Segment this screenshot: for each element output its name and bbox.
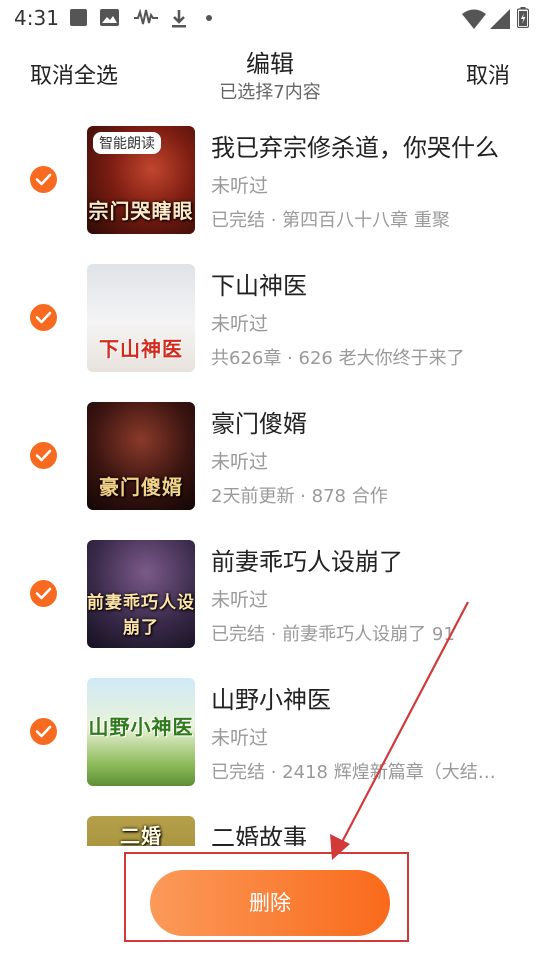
book-cover[interactable]: 下山神医 [87,264,195,372]
book-title: 下山神医 [211,272,307,300]
cancel-button[interactable]: 取消 [466,58,510,90]
list-item[interactable]: 前妻乖巧人设崩了 前妻乖巧人设崩了 未听过 已完结 · 前妻乖巧人设崩了 91 [0,524,540,662]
waveform-icon [134,9,158,25]
cover-title: 下山神医 [99,337,183,361]
cover-title: 山野小神医 [88,715,194,739]
listen-status: 未听过 [211,175,269,197]
book-cover[interactable]: 智能朗读 宗门哭瞎眼 [87,126,195,234]
book-title: 我已弃宗修杀道，你哭什么 [211,134,499,162]
checkmark-icon [35,173,52,186]
listen-status: 未听过 [211,451,269,473]
checkmark-icon [35,725,52,738]
checkmark-icon [35,449,52,462]
book-meta: 已完结 · 2418 辉煌新篇章（大结局） [211,762,503,783]
book-title: 山野小神医 [211,686,331,714]
list-item[interactable]: 豪门傻婿 豪门傻婿 未听过 2天前更新 · 878 合作 [0,386,540,524]
list-item[interactable]: 智能朗读 宗门哭瞎眼 我已弃宗修杀道，你哭什么 未听过 已完结 · 第四百八十八… [0,110,540,248]
list-item[interactable]: 二婚 二婚故事 [0,800,540,846]
book-cover[interactable]: 豪门傻婿 [87,402,195,510]
smart-read-badge: 智能朗读 [93,132,161,154]
selected-checkbox[interactable] [30,304,57,331]
selected-checkbox[interactable] [30,580,57,607]
delete-button[interactable]: 删除 [150,870,390,936]
wifi-icon [462,9,486,29]
download-icon [172,10,186,28]
battery-icon [517,7,529,28]
book-cover[interactable]: 二婚 [87,816,195,846]
book-title: 前妻乖巧人设崩了 [211,548,403,576]
square-icon [70,9,87,26]
listen-status: 未听过 [211,727,269,749]
listen-status: 未听过 [211,589,269,611]
signal-icon [490,9,510,29]
list-item[interactable]: 下山神医 下山神医 未听过 共626章 · 626 老大你终于来了 [0,248,540,386]
book-title: 豪门傻婿 [211,410,307,438]
status-time: 4:31 [14,6,59,30]
selected-checkbox[interactable] [30,442,57,469]
book-meta: 2天前更新 · 878 合作 [211,486,388,507]
cover-title: 二婚 [120,824,162,846]
list-item[interactable]: 山野小神医 山野小神医 未听过 已完结 · 2418 辉煌新篇章（大结局） [0,662,540,800]
selected-checkbox[interactable] [30,718,57,745]
status-bar: 4:31 [0,0,540,36]
book-meta: 已完结 · 第四百八十八章 重聚 [211,210,450,231]
book-list: 智能朗读 宗门哭瞎眼 我已弃宗修杀道，你哭什么 未听过 已完结 · 第四百八十八… [0,110,540,846]
edit-header: 取消全选 编辑 已选择7内容 取消 [0,36,540,108]
book-meta: 已完结 · 前妻乖巧人设崩了 91 [211,624,455,645]
dot-icon [206,15,212,21]
cover-title: 宗门哭瞎眼 [88,199,194,223]
book-title: 二婚故事 [211,824,307,846]
page-title: 编辑 [246,50,294,78]
selected-checkbox[interactable] [30,166,57,193]
book-meta: 共626章 · 626 老大你终于来了 [211,348,465,369]
image-icon [100,9,119,26]
cover-title: 豪门傻婿 [99,475,183,499]
book-cover[interactable]: 前妻乖巧人设崩了 [87,540,195,648]
cover-title: 前妻乖巧人设崩了 [87,593,195,638]
checkmark-icon [35,311,52,324]
selection-count: 已选择7内容 [219,82,321,103]
listen-status: 未听过 [211,313,269,335]
book-cover[interactable]: 山野小神医 [87,678,195,786]
checkmark-icon [35,587,52,600]
